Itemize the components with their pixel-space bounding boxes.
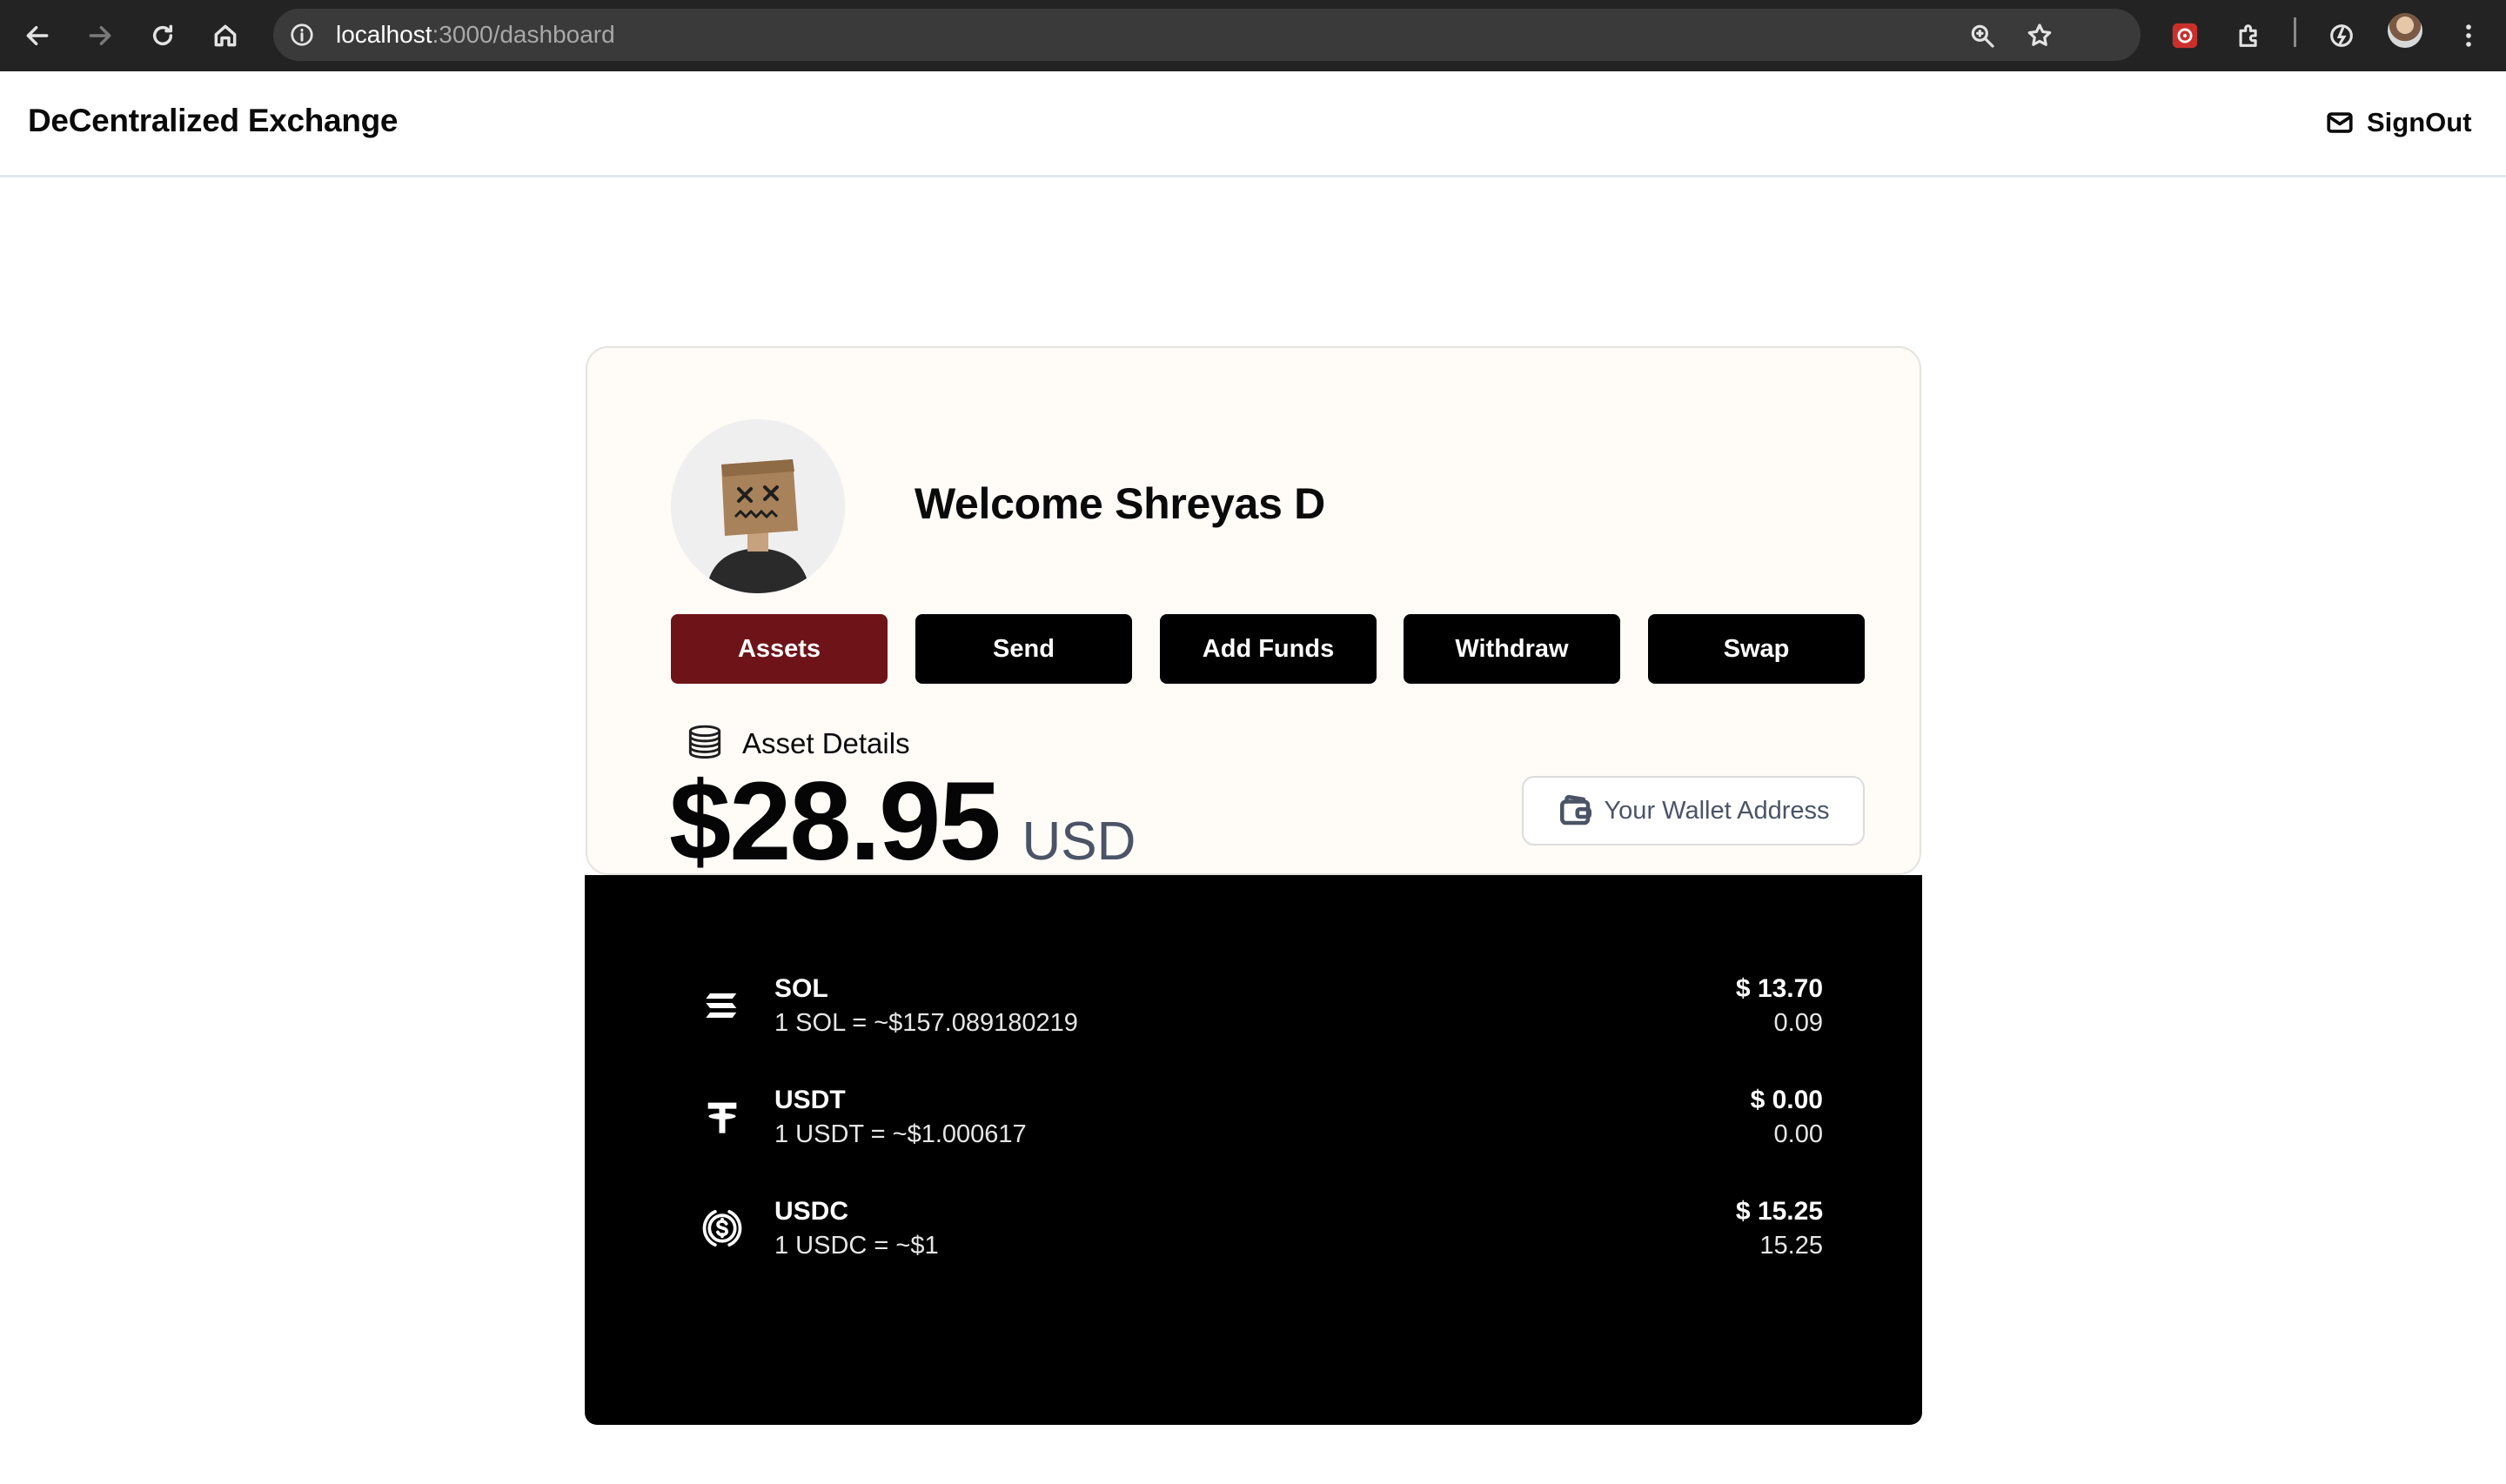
url-text[interactable]: localhost:3000/dashboard bbox=[336, 9, 615, 61]
token-symbol: USDC bbox=[774, 1197, 849, 1226]
browser-toolbar: localhost:3000/dashboard bbox=[0, 0, 2506, 71]
performance-icon[interactable] bbox=[2320, 14, 2363, 57]
mail-icon bbox=[2327, 112, 2353, 133]
token-balance: 0.00 bbox=[1773, 1120, 1823, 1148]
profile-avatar[interactable] bbox=[2388, 13, 2422, 48]
solana-icon bbox=[698, 981, 747, 1030]
usdc-icon bbox=[698, 1204, 747, 1253]
wallet-address-button[interactable]: Your Wallet Address bbox=[1522, 776, 1865, 846]
tab-send[interactable]: Send bbox=[915, 614, 1132, 684]
forward-icon[interactable] bbox=[77, 12, 124, 59]
asset-details-heading: Asset Details bbox=[683, 722, 910, 765]
menu-kebab-icon[interactable] bbox=[2447, 14, 2490, 57]
dashboard-card: Welcome Shreyas D Assets Send Add Funds … bbox=[586, 346, 1921, 879]
token-usd-value: $ 0.00 bbox=[1750, 1086, 1823, 1114]
user-avatar bbox=[671, 419, 845, 593]
signout-button[interactable]: SignOut bbox=[2325, 101, 2472, 144]
address-bar[interactable]: localhost:3000/dashboard bbox=[273, 9, 2141, 61]
wallet-address-label: Your Wallet Address bbox=[1604, 796, 1830, 825]
token-balance: 0.09 bbox=[1773, 1009, 1823, 1037]
wallet-icon bbox=[1559, 794, 1591, 826]
bookmark-star-icon[interactable] bbox=[2026, 22, 2054, 50]
list-item[interactable]: SOL 1 SOL = ~$157.089180219 $ 13.70 0.09 bbox=[585, 966, 1922, 1044]
token-balance: 15.25 bbox=[1759, 1232, 1823, 1260]
brand-title: DeCentralized Exchange bbox=[28, 103, 399, 138]
signout-label: SignOut bbox=[2367, 107, 2472, 137]
total-currency: USD bbox=[1022, 812, 1136, 872]
list-item[interactable]: USDT 1 USDT = ~$1.000617 $ 0.00 0.00 bbox=[585, 1077, 1922, 1155]
zoom-icon[interactable] bbox=[1968, 22, 1996, 50]
total-balance: $28.95 USD bbox=[669, 765, 1136, 879]
home-icon[interactable] bbox=[202, 12, 249, 59]
token-symbol: USDT bbox=[774, 1086, 846, 1114]
welcome-heading: Welcome Shreyas D bbox=[915, 479, 1325, 528]
list-item[interactable]: USDC 1 USDC = ~$1 $ 15.25 15.25 bbox=[585, 1188, 1922, 1267]
tab-assets[interactable]: Assets bbox=[671, 614, 888, 684]
tab-withdraw[interactable]: Withdraw bbox=[1404, 614, 1620, 684]
back-icon[interactable] bbox=[14, 12, 61, 59]
token-rate: 1 USDT = ~$1.000617 bbox=[774, 1120, 1027, 1148]
app-header: DeCentralized Exchange SignOut bbox=[0, 71, 2506, 177]
tab-swap[interactable]: Swap bbox=[1648, 614, 1865, 684]
tab-add-funds[interactable]: Add Funds bbox=[1160, 614, 1377, 684]
token-symbol: SOL bbox=[774, 974, 828, 1003]
coins-icon bbox=[688, 725, 721, 759]
token-usd-value: $ 15.25 bbox=[1735, 1197, 1823, 1226]
reload-icon[interactable] bbox=[139, 12, 186, 59]
token-rate: 1 USDC = ~$1 bbox=[774, 1232, 939, 1260]
token-rate: 1 SOL = ~$157.089180219 bbox=[774, 1009, 1078, 1037]
tether-icon bbox=[698, 1093, 747, 1141]
site-info-icon[interactable] bbox=[289, 22, 315, 48]
token-usd-value: $ 13.70 bbox=[1735, 974, 1823, 1003]
total-amount: $28.95 bbox=[669, 765, 1001, 879]
asset-details-label: Asset Details bbox=[742, 727, 910, 759]
token-list: SOL 1 SOL = ~$157.089180219 $ 13.70 0.09… bbox=[585, 875, 1922, 1425]
extension-icon[interactable] bbox=[2163, 14, 2207, 57]
extensions-puzzle-icon[interactable] bbox=[2228, 14, 2271, 57]
toolbar-divider bbox=[2294, 17, 2296, 47]
